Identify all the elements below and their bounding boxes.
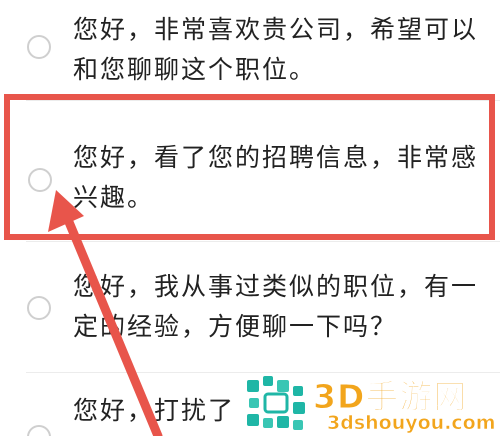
watermark-title: 3D手游网	[312, 377, 468, 417]
radio-button-1[interactable]	[27, 35, 51, 59]
message-option-text-1: 您好，非常喜欢贵公司，希望可以和您聊聊这个职位。	[73, 15, 479, 84]
watermark-url: 3dshouyou.com	[327, 412, 496, 435]
radio-button-3[interactable]	[27, 296, 51, 320]
watermark-logo-icon	[247, 376, 305, 430]
message-option-text-3: 您好，我从事过类似的职位，有一定的经验，方便聊一下吗？	[73, 272, 479, 341]
message-option-3[interactable]: 您好，我从事过类似的职位，有一定的经验，方便聊一下吗？	[0, 242, 500, 372]
highlight-frame	[4, 94, 495, 240]
message-option-list: 您好，非常喜欢贵公司，希望可以和您聊聊这个职位。 您好，看了您的招聘信息，非常感…	[0, 0, 500, 436]
radio-button-4[interactable]	[27, 425, 51, 436]
site-watermark: 3D手游网 3dshouyou.com	[243, 372, 498, 434]
message-option-1[interactable]: 您好，非常喜欢贵公司，希望可以和您聊聊这个职位。	[0, 0, 500, 98]
